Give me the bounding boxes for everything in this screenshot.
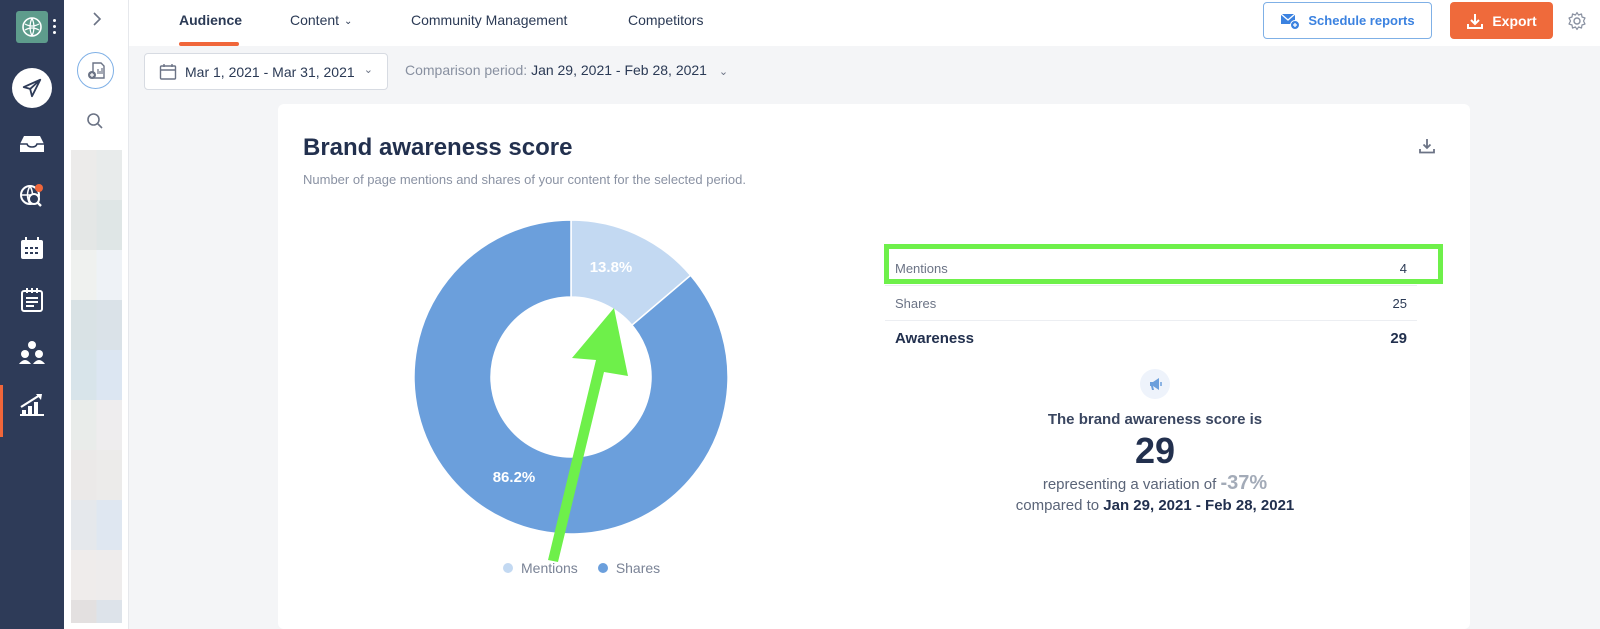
- stats-table: Mentions 4 Shares 25 Awareness 29: [885, 251, 1417, 356]
- top-navigation: Audience Content ⌄ Community Management C…: [129, 0, 1600, 46]
- rail-item-publish[interactable]: [12, 68, 52, 108]
- stat-value: 29: [1390, 330, 1407, 347]
- card-title: Brand awareness score: [303, 134, 573, 161]
- donut-label-shares: 86.2%: [493, 469, 536, 486]
- compare-range: Jan 29, 2021 - Feb 28, 2021: [1103, 497, 1295, 514]
- add-report-button[interactable]: [77, 52, 114, 89]
- donut-chart: 13.8% 86.2%: [413, 219, 729, 535]
- active-tab-underline: [179, 42, 239, 46]
- export-label: Export: [1492, 12, 1537, 29]
- paper-plane-icon: [22, 78, 42, 98]
- globe-search-icon: [20, 184, 43, 207]
- stat-label: Awareness: [895, 330, 974, 347]
- variation-line: representing a variation of -37%: [978, 472, 1332, 495]
- card-subtitle: Number of page mentions and shares of yo…: [303, 172, 746, 187]
- awareness-summary: The brand awareness score is 29 represen…: [978, 369, 1332, 514]
- stats-row-shares: Shares 25: [885, 286, 1417, 321]
- users-icon: [19, 341, 45, 364]
- compare-line: compared to Jan 29, 2021 - Feb 28, 2021: [978, 497, 1332, 514]
- rail-item-calendar[interactable]: [12, 228, 52, 268]
- schedule-mail-icon: [1280, 13, 1301, 30]
- stat-label: Shares: [895, 295, 937, 311]
- awareness-score: 29: [1134, 430, 1176, 471]
- gear-icon[interactable]: [1567, 11, 1587, 31]
- variation-prefix: representing a variation of: [1042, 476, 1217, 493]
- comparison-value: Jan 29, 2021 - Feb 28, 2021: [531, 62, 707, 78]
- stat-label: Mentions: [895, 260, 948, 276]
- stats-row-mentions: Mentions 4: [885, 251, 1417, 286]
- export-button[interactable]: Export: [1450, 2, 1553, 39]
- tab-audience[interactable]: Audience: [179, 0, 243, 46]
- legend-dot-mentions: [503, 563, 513, 573]
- chart-legend: Mentions Shares: [503, 560, 660, 576]
- comparison-label: Comparison period:: [405, 62, 528, 78]
- legend-item-mentions[interactable]: Mentions: [503, 560, 578, 576]
- calendar-icon: [159, 63, 177, 80]
- calendar-icon: [21, 237, 43, 259]
- secondary-sidebar: [64, 0, 129, 629]
- tab-label: Content: [290, 12, 340, 28]
- stat-value: 4: [1399, 260, 1407, 276]
- legend-item-shares[interactable]: Shares: [597, 560, 661, 576]
- rail-item-analytics[interactable]: [12, 384, 52, 424]
- legend-label: Mentions: [521, 560, 578, 576]
- expand-chevron-icon[interactable]: [88, 10, 106, 28]
- legend-label: Shares: [615, 560, 661, 576]
- tab-community-management[interactable]: Community Management: [411, 0, 567, 46]
- legend-dot-shares: [597, 563, 608, 573]
- compare-prefix: compared to: [1015, 497, 1100, 514]
- analytics-icon: [20, 394, 44, 416]
- rail-item-listening[interactable]: [12, 176, 52, 216]
- summary-heading: The brand awareness score is: [1047, 411, 1263, 428]
- search-icon[interactable]: [86, 112, 104, 130]
- chevron-down-icon: ⌄: [344, 16, 353, 27]
- tab-competitors[interactable]: Competitors: [628, 0, 703, 46]
- stat-value: 25: [1392, 295, 1407, 311]
- active-indicator: [0, 385, 3, 437]
- rail-item-planner[interactable]: [12, 280, 52, 320]
- chevron-down-icon: ⌄: [363, 64, 373, 76]
- schedule-reports-label: Schedule reports: [1308, 13, 1415, 28]
- donut-label-mentions: 13.8%: [590, 259, 633, 276]
- notepad-icon: [21, 288, 43, 312]
- date-range-value: Mar 1, 2021 - Mar 31, 2021: [185, 63, 355, 80]
- date-range-picker[interactable]: Mar 1, 2021 - Mar 31, 2021 ⌄: [144, 53, 388, 90]
- inbox-icon: [20, 136, 44, 152]
- schedule-reports-button[interactable]: Schedule reports: [1263, 2, 1432, 39]
- chevron-down-icon: ⌄: [718, 66, 729, 78]
- rail-item-inbox[interactable]: [12, 124, 52, 164]
- stats-row-awareness: Awareness 29: [885, 321, 1417, 356]
- tab-label: Competitors: [628, 12, 704, 28]
- main-sidebar: [0, 0, 64, 629]
- rail-item-team[interactable]: [12, 332, 52, 372]
- report-list-blurred: [71, 150, 122, 623]
- more-options-icon[interactable]: [53, 19, 57, 35]
- brand-awareness-card: Brand awareness score Number of page men…: [278, 104, 1470, 629]
- tab-label: Community Management: [411, 12, 568, 28]
- add-report-icon: [87, 61, 105, 79]
- notification-badge: [35, 184, 43, 192]
- tab-content[interactable]: Content ⌄: [290, 0, 352, 46]
- megaphone-icon: [1140, 369, 1170, 399]
- app-logo[interactable]: [16, 11, 48, 43]
- download-icon: [1467, 13, 1484, 29]
- download-icon[interactable]: [1418, 137, 1436, 155]
- logo-icon: [22, 17, 42, 37]
- variation-value: -37%: [1220, 472, 1268, 494]
- comparison-period-selector[interactable]: Comparison period: Jan 29, 2021 - Feb 28…: [405, 62, 728, 78]
- tab-label: Audience: [179, 12, 243, 28]
